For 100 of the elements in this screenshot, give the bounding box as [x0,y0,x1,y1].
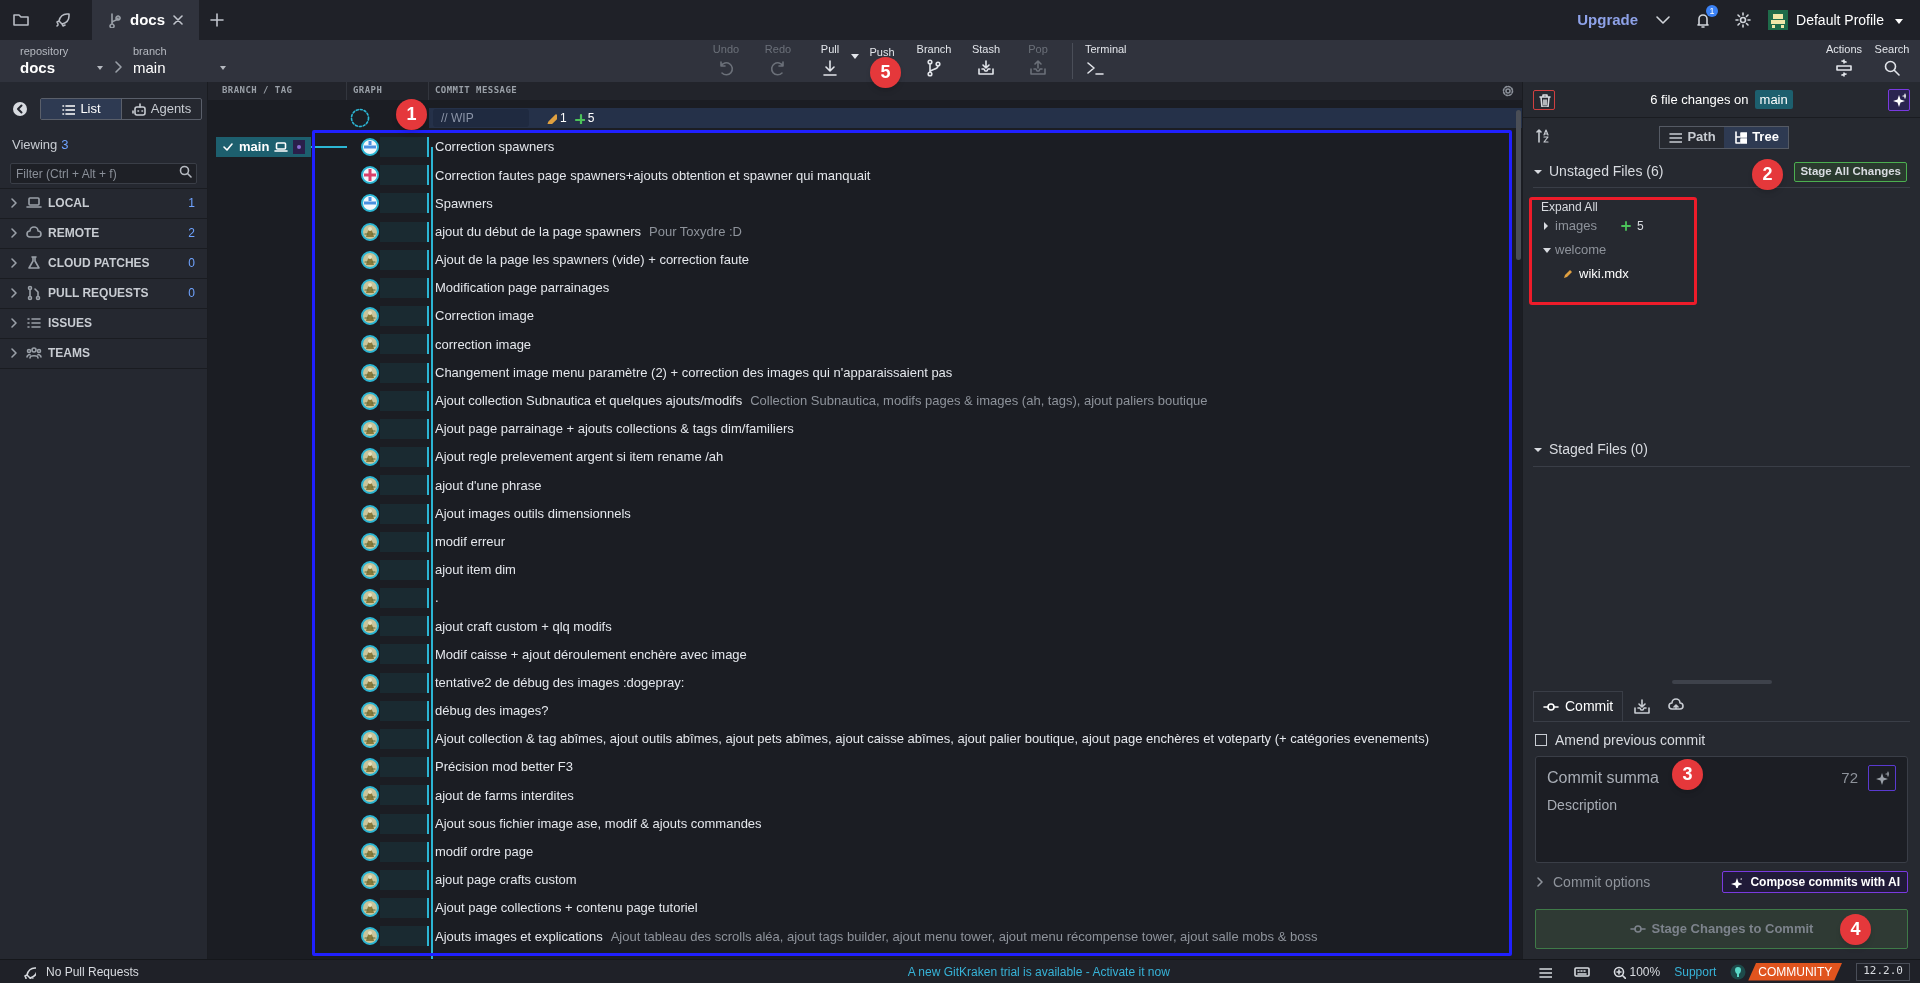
stage-all-button[interactable]: Stage All Changes [1794,161,1907,182]
sidebar-section[interactable]: TEAMS [0,338,207,369]
toolbar-button[interactable]: Terminal [1081,40,1139,82]
sidebar-section[interactable]: REMOTE 2 [0,218,207,249]
row-highlight [380,644,429,665]
profile-button[interactable]: Default Profile [1768,9,1904,31]
caret-icon [850,51,860,61]
commit-message: Correction spawners [435,138,555,157]
commit-row[interactable]: ajout craft custom + qlq modifs [429,616,1522,637]
file-row[interactable]: wiki.mdx [1541,262,1920,286]
folder-row[interactable]: welcome [1541,238,1920,262]
sort-icon [1535,128,1551,146]
amend-checkbox[interactable]: Amend previous commit [1535,730,1908,750]
commit-message: Modif caisse + ajout déroulement enchère avec image [435,645,747,664]
close-button[interactable] [173,15,183,25]
commit-row[interactable]: ajout item dim [429,559,1522,580]
sidebar-section[interactable]: CLOUD PATCHES 0 [0,248,207,279]
repo-tab[interactable]: docs [92,0,199,40]
row-highlight [380,390,429,411]
scrollbar-thumb[interactable] [1516,110,1521,260]
settings-button[interactable] [1734,11,1753,29]
trial-link[interactable]: A new GitKraken trial is available - Activate it now [907,962,1170,981]
section-toggle[interactable]: Unstaged Files (6) [1533,161,1664,182]
filter-field[interactable]: Filter (Ctrl + Alt + f) [10,163,197,184]
commit-row[interactable]: ajout page crafts custom [429,869,1522,890]
sidebar-section[interactable]: ISSUES [0,308,207,339]
toolbar-button[interactable]: Search [1868,40,1916,82]
ai-button[interactable] [1868,765,1896,791]
commit-row[interactable]: Changement image menu paramètre (2) + correction des images qui n'apparaissaient pas [429,362,1522,383]
laptop-icon [274,140,289,155]
sidebar-section[interactable]: PULL REQUESTS 0 [0,278,207,309]
commit-row[interactable]: Ajout page parrainage + ajouts collections & tags dim/familiers [429,418,1522,439]
commit-options-toggle[interactable]: Commit options [1535,871,1651,893]
profile-avatar-icon [1768,10,1789,30]
commit-row[interactable]: ajout d'une phrase [429,475,1522,496]
commit-row[interactable]: tentative2 de débug des images :dogepray: [429,672,1522,693]
commit-row[interactable]: Ajout regle prelevement argent si item rename /ah [429,447,1522,468]
expand-all-link[interactable]: Expand All [1541,198,1598,214]
commit-row[interactable]: ajout de farms interdites [429,785,1522,806]
view-tab[interactable]: List [41,99,121,119]
commit-row[interactable]: Modification page parrainages [429,278,1522,299]
view-mode-tab[interactable]: Tree [1724,126,1788,148]
commit-message: Ajout de la page les spawners (vide) + correction faute [435,251,749,270]
branch-dropdown[interactable]: main [133,58,228,78]
checkbox[interactable] [1535,734,1547,746]
commit-row[interactable]: Ajout collection Subnautica et quelques ajouts/modifs Collection Subnautica, modifs pages & images (ah, tags), ajout paliers boutique [429,390,1522,411]
section-toggle[interactable]: Staged Files (0) [1533,439,1648,460]
commit-message: Ajout sous fichier image ase, modif & ajouts commandes [435,814,762,833]
commit-row[interactable]: Ajout sous fichier image ase, modif & ajouts commandes [429,813,1522,834]
commit-row[interactable]: ajout du début de la page spawners Pour Toxydre :D [429,221,1522,242]
rocket-icon [22,964,36,979]
description-field[interactable]: Description [1547,795,1896,816]
tray-down-icon [976,58,996,78]
view-tab[interactable]: Agents [121,99,201,119]
commit-row[interactable]: Correction spawners [429,137,1522,158]
commit-message: Précision mod better F3 [435,758,573,777]
notifications-button[interactable]: 1 [1688,5,1719,35]
commit-row[interactable]: Ajouts images et explications Ajout tableau des scrolls aléa, ajout tags builder, ajout menu tower, ajout menu récompense tower, ajout salle mobs & boss [429,926,1522,947]
commit-row[interactable]: Ajout de la page les spawners (vide) + correction faute [429,249,1522,270]
toolbar-button[interactable]: Actions [1820,40,1868,82]
upgrade-link[interactable]: Upgrade [1577,8,1639,32]
commit-row[interactable]: Ajout collection & tag abîmes, ajout outils abîmes, ajout pets abîmes, ajout caisse abîmes, ajout palier boutique, ajout page enchères et voteparty (+ catégories evenements) [429,729,1522,750]
commit-row[interactable]: modif erreur [429,531,1522,552]
wip-summary-field[interactable]: // WIP [433,109,529,127]
commit-row[interactable]: Ajout page collections + contenu page tutoriel [429,898,1522,919]
commit-row[interactable]: Correction image [429,306,1522,327]
commit-row[interactable]: Précision mod better F3 [429,757,1522,778]
toolbar-button[interactable]: Pull [804,40,856,82]
sort-button[interactable] [1535,128,1551,146]
row-highlight [380,418,429,439]
compose-ai-button[interactable]: Compose commits with AI [1722,871,1908,893]
toolbar-button[interactable]: Branch [908,40,960,82]
commit-row[interactable]: correction image [429,334,1522,355]
support-link[interactable]: Support [1674,962,1717,981]
ai-button[interactable] [1888,88,1910,111]
commit-row[interactable]: Modif caisse + ajout déroulement enchère avec image [429,644,1522,665]
pull-requests-button[interactable]: No Pull Requests [0,962,540,981]
commit-tab[interactable]: Commit [1533,691,1624,721]
repository-dropdown[interactable]: docs [20,58,105,78]
people-icon [26,345,42,361]
view-mode-tab[interactable]: Path [1660,126,1724,148]
discard-button[interactable] [1533,89,1555,110]
branch-badge: main [1754,89,1793,110]
branch-label[interactable]: main [216,137,312,158]
commit-row[interactable]: Ajout images outils dimensionnels [429,503,1522,524]
commit-row[interactable]: Correction fautes page spawners+ajouts obtention et spawner qui manquait [429,165,1522,186]
commit-row[interactable]: débug des images? [429,700,1522,721]
commit-row[interactable]: . [429,588,1522,609]
summary-field[interactable]: Commit summa [1547,766,1665,790]
collapse-button[interactable] [12,101,28,117]
toolbar-button[interactable]: Push [856,40,908,58]
chevron-right-icon [8,227,20,239]
commit-message: débug des images? [435,702,549,721]
commit-message: ajout de farms interdites [435,786,574,805]
folder-row[interactable]: images 5 [1541,214,1920,238]
commit-row[interactable]: modif ordre page [429,841,1522,862]
commit-row[interactable]: Spawners [429,193,1522,214]
toolbar-button[interactable]: Stash [960,40,1012,82]
sidebar-section[interactable]: LOCAL 1 [0,188,207,219]
zoom-button[interactable]: 100% [1611,962,1661,981]
